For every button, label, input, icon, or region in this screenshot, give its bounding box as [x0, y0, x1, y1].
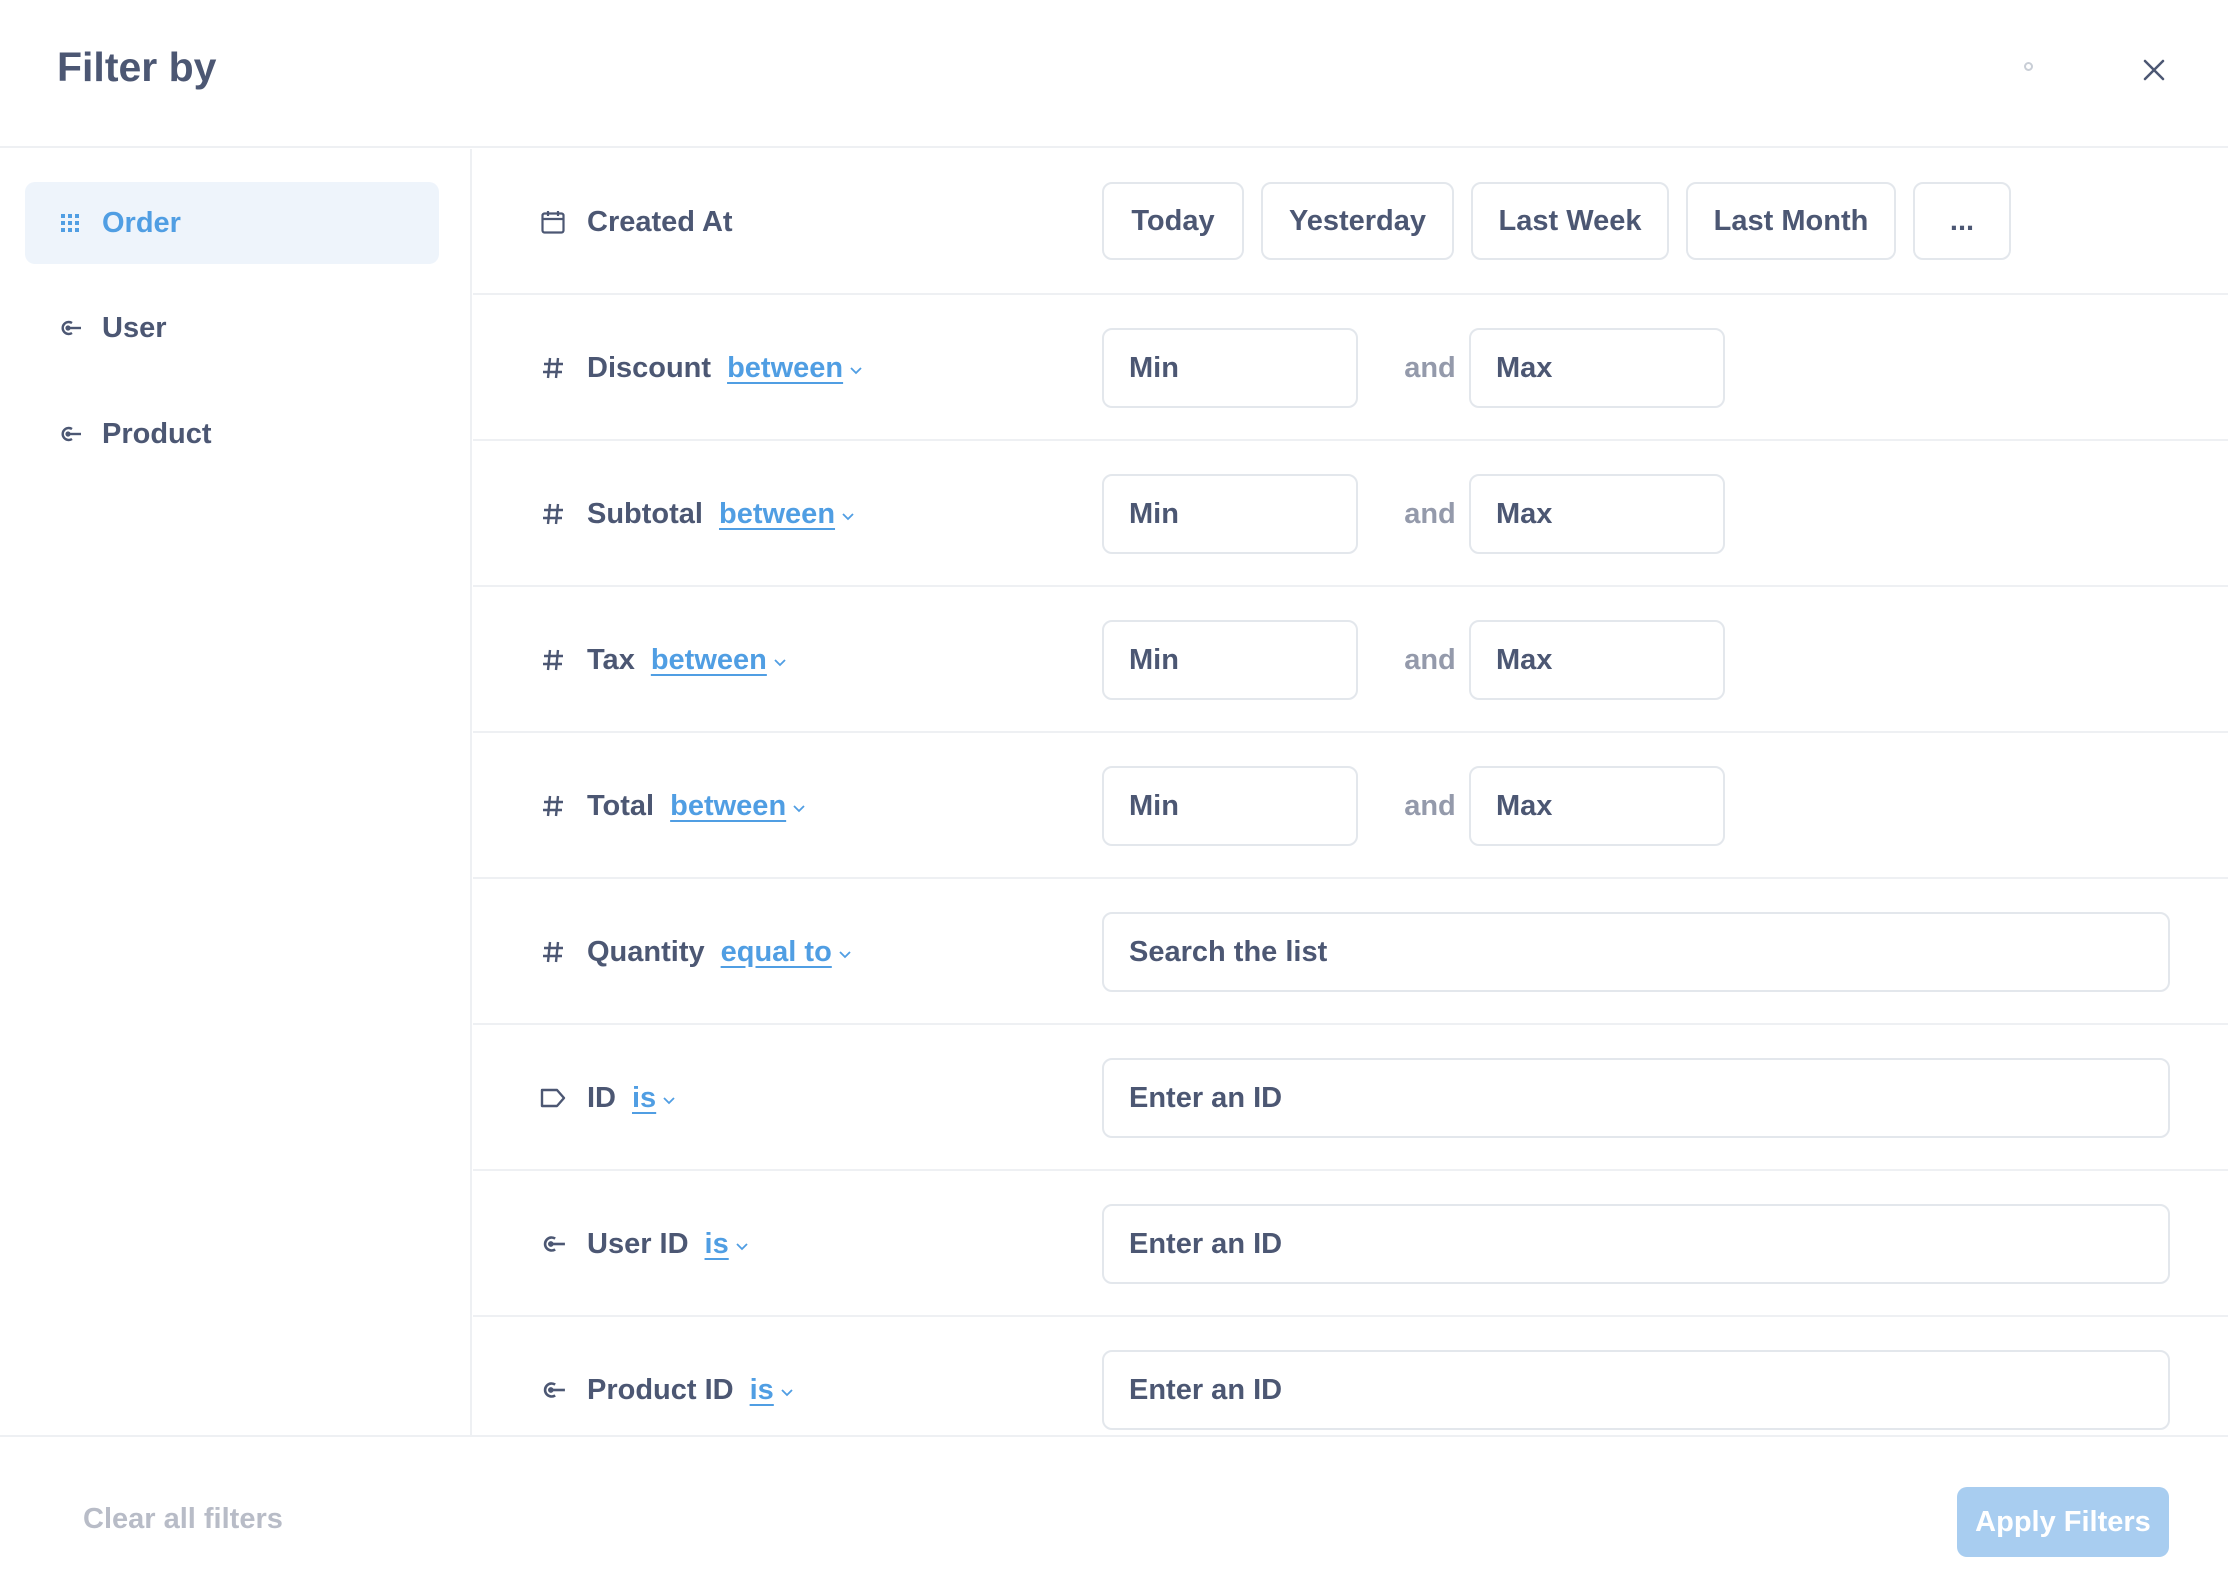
modal-title: Filter by — [57, 44, 217, 90]
chevron-down-icon — [839, 951, 851, 959]
number-icon — [538, 499, 568, 529]
filter-row-id: ID is Enter an ID — [473, 1025, 2228, 1171]
filter-field-name: Total — [587, 789, 655, 822]
close-button[interactable] — [2134, 50, 2174, 90]
filter-field-name: Discount — [587, 351, 712, 384]
max-input[interactable]: Max — [1469, 474, 1725, 554]
sidebar-item-product[interactable]: Product — [25, 393, 439, 475]
min-input[interactable]: Min — [1102, 766, 1358, 846]
foreign-key-icon — [58, 422, 82, 446]
date-more-options-button[interactable]: ... — [1913, 182, 2011, 260]
label-icon — [538, 1083, 568, 1113]
filter-field: Created At — [538, 149, 733, 295]
table-sidebar: Order User Product — [0, 149, 472, 1435]
operator-picker[interactable]: between — [727, 352, 843, 385]
sidebar-item-label: Product — [102, 417, 212, 450]
chevron-down-icon — [774, 659, 786, 667]
modal-footer: Clear all filters Apply Filters — [0, 1435, 2228, 1594]
max-input[interactable]: Max — [1469, 328, 1725, 408]
number-icon — [538, 791, 568, 821]
filter-field-name: Quantity — [587, 935, 705, 968]
filter-row-quantity: Quantity equal to Search the list — [473, 879, 2228, 1025]
sidebar-item-label: User — [102, 311, 167, 344]
search-list-input[interactable]: Search the list — [1102, 912, 2170, 992]
date-shortcut-yesterday[interactable]: Yesterday — [1261, 182, 1454, 260]
loading-indicator-icon — [2024, 62, 2033, 71]
filter-row-discount: Discount between Min and Max — [473, 295, 2228, 441]
chevron-down-icon — [793, 805, 805, 813]
calendar-icon — [538, 207, 568, 237]
date-shortcut-last-month[interactable]: Last Month — [1686, 182, 1896, 260]
filter-field: ID is — [538, 1025, 676, 1171]
filter-field: Subtotal between — [538, 441, 855, 587]
foreign-key-icon — [538, 1229, 568, 1259]
filter-list: Created At Today Yesterday Last Week Las… — [473, 149, 2228, 1435]
chevron-down-icon — [736, 1243, 748, 1251]
max-input[interactable]: Max — [1469, 620, 1725, 700]
id-input[interactable]: Enter an ID — [1102, 1058, 2170, 1138]
filter-row-user-id: User ID is Enter an ID — [473, 1171, 2228, 1317]
and-label: and — [1404, 351, 1456, 384]
operator-picker[interactable]: is — [632, 1082, 656, 1115]
clear-all-filters-link[interactable]: Clear all filters — [83, 1503, 283, 1536]
filter-field: User ID is — [538, 1171, 749, 1317]
filter-row-product-id: Product ID is Enter an ID — [473, 1317, 2228, 1435]
filter-row-created-at: Created At Today Yesterday Last Week Las… — [473, 149, 2228, 295]
and-label: and — [1404, 643, 1456, 676]
filter-field: Total between — [538, 733, 806, 879]
operator-picker[interactable]: between — [670, 790, 786, 823]
filter-field-name: Subtotal — [587, 497, 703, 530]
operator-picker[interactable]: is — [705, 1228, 729, 1261]
filter-field-name: Created At — [587, 205, 733, 238]
min-input[interactable]: Min — [1102, 474, 1358, 554]
max-input[interactable]: Max — [1469, 766, 1725, 846]
filter-field-name: ID — [587, 1081, 616, 1114]
close-icon — [2143, 59, 2165, 81]
filter-field: Discount between — [538, 295, 863, 441]
and-label: and — [1404, 497, 1456, 530]
date-shortcut-today[interactable]: Today — [1102, 182, 1244, 260]
number-icon — [538, 937, 568, 967]
number-icon — [538, 353, 568, 383]
filter-field-name: User ID — [587, 1227, 689, 1260]
filter-row-total: Total between Min and Max — [473, 733, 2228, 879]
filter-field-name: Product ID — [587, 1373, 734, 1406]
operator-picker[interactable]: equal to — [721, 936, 832, 969]
and-label: and — [1404, 789, 1456, 822]
date-shortcut-last-week[interactable]: Last Week — [1471, 182, 1669, 260]
apply-filters-button[interactable]: Apply Filters — [1957, 1487, 2169, 1557]
chevron-down-icon — [850, 367, 862, 375]
modal-header: Filter by — [0, 0, 2228, 148]
min-input[interactable]: Min — [1102, 328, 1358, 408]
filter-field: Quantity equal to — [538, 879, 852, 1025]
min-input[interactable]: Min — [1102, 620, 1358, 700]
sidebar-item-user[interactable]: User — [25, 287, 439, 369]
foreign-key-icon — [58, 316, 82, 340]
filter-row-subtotal: Subtotal between Min and Max — [473, 441, 2228, 587]
chevron-down-icon — [781, 1389, 793, 1397]
operator-picker[interactable]: between — [719, 498, 835, 531]
product-id-input[interactable]: Enter an ID — [1102, 1350, 2170, 1430]
number-icon — [538, 645, 568, 675]
operator-picker[interactable]: is — [750, 1374, 774, 1407]
sidebar-item-label: Order — [102, 206, 181, 239]
grid-icon — [58, 211, 82, 235]
filter-field: Product ID is — [538, 1317, 794, 1435]
chevron-down-icon — [842, 513, 854, 521]
filter-field: Tax between — [538, 587, 787, 733]
foreign-key-icon — [538, 1375, 568, 1405]
operator-picker[interactable]: between — [651, 644, 767, 677]
sidebar-item-order[interactable]: Order — [25, 182, 439, 264]
filter-row-tax: Tax between Min and Max — [473, 587, 2228, 733]
filter-field-name: Tax — [587, 643, 635, 676]
chevron-down-icon — [663, 1097, 675, 1105]
user-id-input[interactable]: Enter an ID — [1102, 1204, 2170, 1284]
